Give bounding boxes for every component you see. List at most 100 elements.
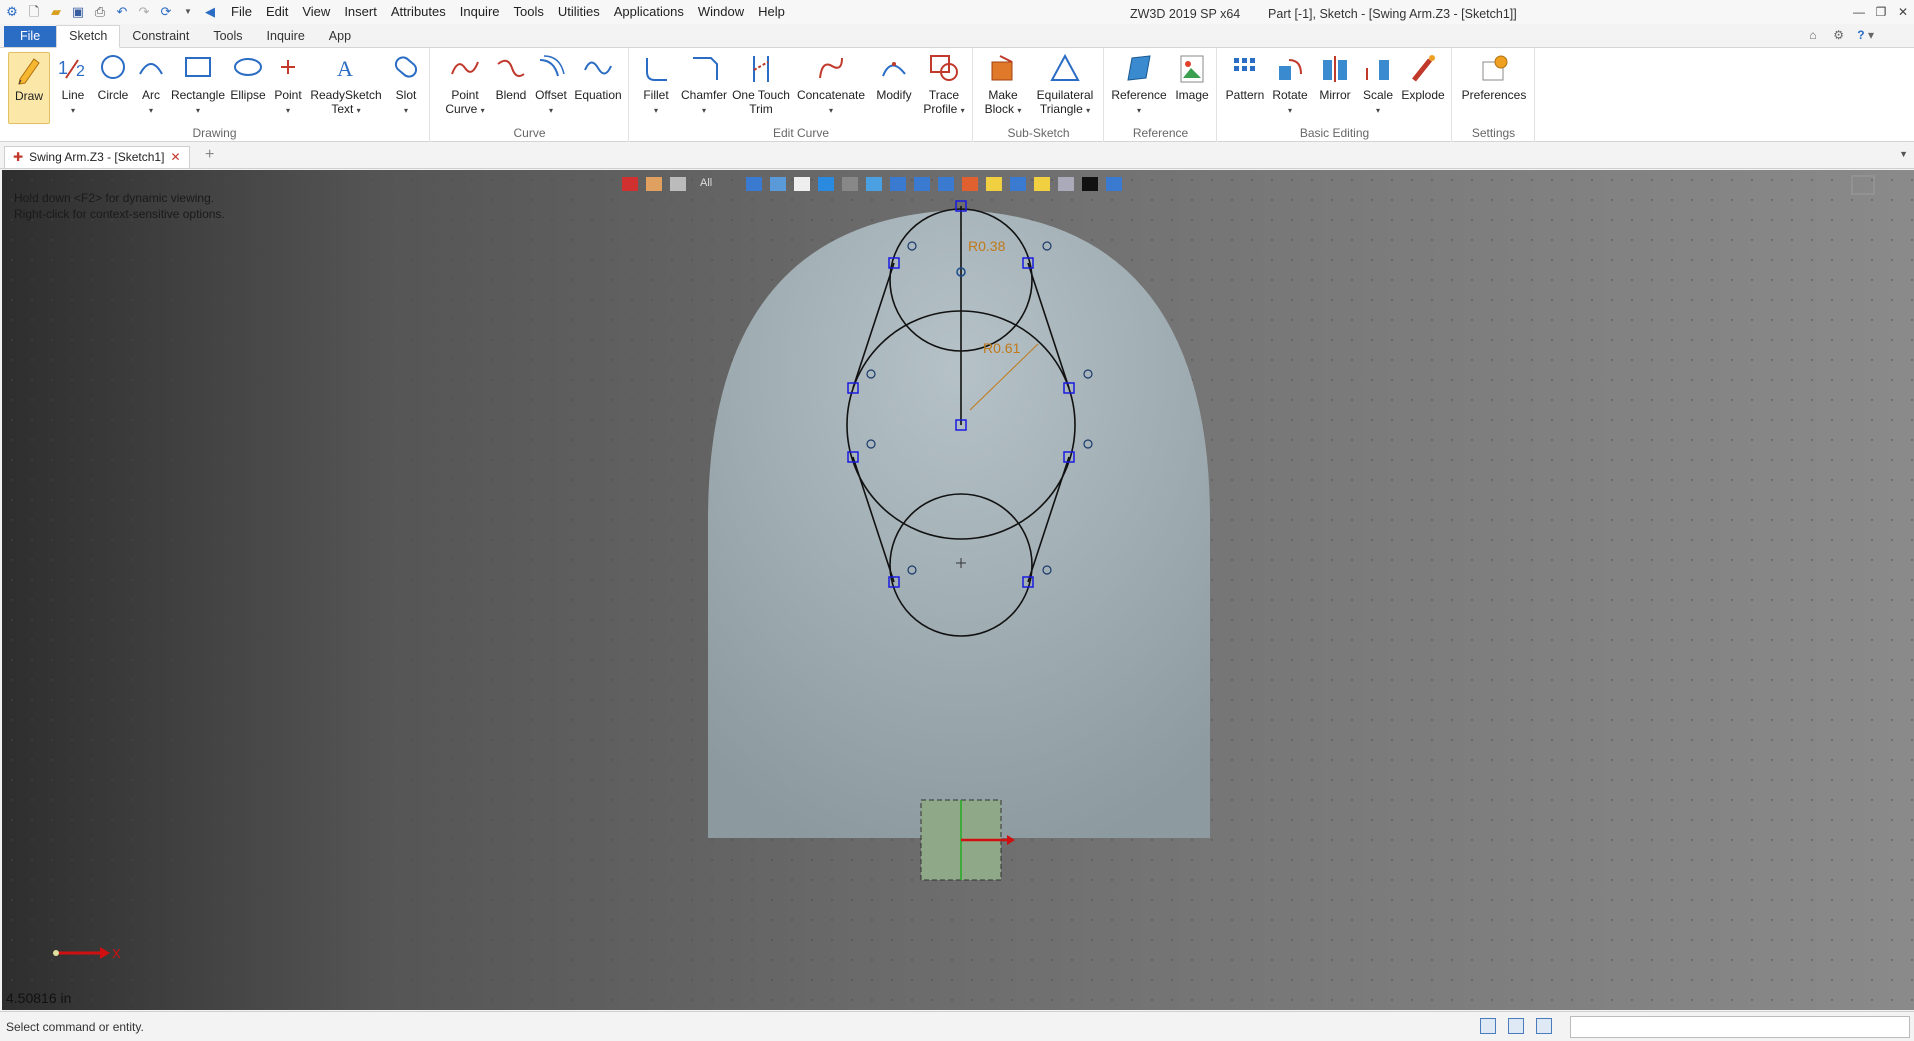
image-button[interactable]: Image bbox=[1171, 52, 1213, 102]
tab-file[interactable]: File bbox=[4, 26, 57, 47]
image-icon bbox=[1180, 55, 1204, 83]
readysketch-text-button[interactable]: A ReadySketch Text ▾ bbox=[308, 52, 384, 118]
redo-icon[interactable]: ↷ bbox=[136, 4, 152, 20]
menu-edit[interactable]: Edit bbox=[259, 0, 295, 24]
close-tab-icon[interactable]: ✕ bbox=[170, 147, 180, 168]
fillet-button[interactable]: Fillet ▾ bbox=[634, 52, 678, 118]
tab-app[interactable]: App bbox=[317, 26, 363, 47]
list-icon[interactable] bbox=[1536, 1018, 1552, 1034]
hint-line-1: Hold down <F2> for dynamic viewing. bbox=[14, 191, 215, 205]
shaded-view-icon[interactable] bbox=[794, 177, 811, 191]
menu-applications[interactable]: Applications bbox=[607, 0, 691, 24]
graphics-viewport[interactable]: R0.38 R0.61 X Hold down <F2> for dynamic… bbox=[2, 170, 1914, 1010]
point-curve-button[interactable]: Point Curve ▾ bbox=[435, 52, 495, 118]
rotate-view-icon[interactable] bbox=[1106, 177, 1123, 191]
tab-tools[interactable]: Tools bbox=[201, 26, 254, 47]
display-icon[interactable] bbox=[1508, 1018, 1524, 1034]
line-style-icon[interactable] bbox=[1082, 177, 1099, 191]
menu-help[interactable]: Help bbox=[751, 0, 792, 24]
offset-button[interactable]: Offset ▾ bbox=[531, 52, 571, 118]
window-title: ZW3D 2019 SP x64 Part [-1], Sketch - [Sw… bbox=[1130, 0, 1517, 28]
restore-icon[interactable]: ❐ bbox=[1870, 5, 1892, 19]
pattern-button[interactable]: Pattern bbox=[1222, 52, 1268, 102]
inquire-icon[interactable] bbox=[938, 177, 955, 191]
hide-icon[interactable] bbox=[842, 177, 859, 191]
one-touch-trim-button[interactable]: One Touch Trim bbox=[730, 52, 792, 116]
chamfer-button[interactable]: Chamfer ▾ bbox=[678, 52, 730, 118]
menu-tools[interactable]: Tools bbox=[507, 0, 551, 24]
menu-insert[interactable]: Insert bbox=[337, 0, 384, 24]
arc-button[interactable]: Arc ▾ bbox=[134, 52, 168, 118]
concatenate-button[interactable]: Concatenate ▾ bbox=[794, 52, 868, 118]
open-folder-icon[interactable]: ▰ bbox=[48, 4, 64, 20]
slot-button[interactable]: Slot ▾ bbox=[386, 52, 426, 118]
exit-icon[interactable] bbox=[622, 177, 638, 191]
equation-button[interactable]: Equation bbox=[571, 52, 625, 102]
eraser-icon[interactable] bbox=[646, 177, 662, 191]
view-cube-icon[interactable] bbox=[770, 177, 787, 191]
tab-constraint[interactable]: Constraint bbox=[120, 26, 201, 47]
trace-profile-button[interactable]: Trace Profile ▾ bbox=[918, 52, 970, 118]
display-mode-icon[interactable] bbox=[818, 177, 835, 191]
menu-utilities[interactable]: Utilities bbox=[551, 0, 607, 24]
ellipse-button[interactable]: Ellipse bbox=[228, 52, 268, 102]
snap-icon[interactable] bbox=[986, 177, 1003, 191]
repeat-icon[interactable]: ⟳ bbox=[158, 4, 174, 20]
target-icon[interactable] bbox=[1034, 177, 1051, 191]
dimension-large[interactable]: R0.61 bbox=[983, 340, 1021, 356]
zoom-all-icon[interactable] bbox=[890, 177, 907, 191]
draw-button[interactable]: Draw bbox=[8, 52, 50, 124]
add-tab-icon[interactable]: + bbox=[205, 146, 214, 164]
point-button[interactable]: Point ▾ bbox=[270, 52, 306, 118]
status-icons bbox=[1480, 1018, 1552, 1034]
rotate-button[interactable]: Rotate ▾ bbox=[1268, 52, 1312, 118]
save-icon[interactable]: ▣ bbox=[70, 4, 86, 20]
preferences-button[interactable]: Preferences bbox=[1457, 52, 1531, 102]
line-button[interactable]: 12 Line ▾ bbox=[54, 52, 92, 118]
ribbon-options-icon[interactable]: ⌂ ⚙ ? ▾ bbox=[1809, 28, 1874, 42]
menu-file[interactable]: File bbox=[224, 0, 259, 24]
concatenate-icon bbox=[819, 57, 843, 79]
filter-selector[interactable]: All bbox=[700, 177, 712, 191]
dimension-small[interactable]: R0.38 bbox=[968, 238, 1006, 254]
chevron-down-icon[interactable]: ▼ bbox=[180, 4, 196, 20]
tab-list-chevron-icon[interactable]: ▼ bbox=[1899, 149, 1908, 159]
tab-inquire[interactable]: Inquire bbox=[255, 26, 317, 47]
rectangle-button[interactable]: Rectangle ▾ bbox=[170, 52, 226, 118]
document-tab[interactable]: ✚ Swing Arm.Z3 - [Sketch1] ✕ bbox=[4, 146, 190, 168]
command-input[interactable] bbox=[1570, 1016, 1910, 1038]
group-sub-sketch: Make Block ▾ Equilateral Triangle ▾ Sub-… bbox=[974, 48, 1104, 142]
make-block-button[interactable]: Make Block ▾ bbox=[978, 52, 1028, 118]
modify-button[interactable]: Modify bbox=[870, 52, 918, 102]
menu-inquire[interactable]: Inquire bbox=[453, 0, 507, 24]
undo-icon[interactable]: ↶ bbox=[114, 4, 130, 20]
equilateral-triangle-button[interactable]: Equilateral Triangle ▾ bbox=[1028, 52, 1102, 118]
constraint-display-icon[interactable] bbox=[1010, 177, 1027, 191]
zoom-icon[interactable] bbox=[866, 177, 883, 191]
back-arrow-icon[interactable]: ◀ bbox=[202, 4, 218, 20]
menu-view[interactable]: View bbox=[295, 0, 337, 24]
app-title: ZW3D 2019 SP x64 bbox=[1130, 7, 1241, 21]
new-file-icon[interactable]: 🗋 bbox=[26, 4, 42, 20]
close-icon[interactable]: ✕ bbox=[1892, 5, 1914, 19]
menu-bar: File Edit View Insert Attributes Inquire… bbox=[224, 0, 792, 24]
monitor-icon[interactable] bbox=[1058, 177, 1075, 191]
minimize-icon[interactable]: — bbox=[1848, 5, 1870, 19]
mirror-button[interactable]: Mirror bbox=[1312, 52, 1358, 102]
circle-button[interactable]: Circle bbox=[94, 52, 132, 102]
status-bar: Select command or entity. bbox=[0, 1011, 1914, 1041]
sketch-canvas[interactable]: R0.38 R0.61 X bbox=[2, 170, 1914, 1010]
reference-button[interactable]: Reference ▾ bbox=[1109, 52, 1169, 118]
pick-icon[interactable] bbox=[746, 177, 763, 191]
print-icon[interactable]: ⎙ bbox=[92, 4, 108, 20]
explode-button[interactable]: Explode bbox=[1398, 52, 1448, 102]
layout-icon[interactable] bbox=[1480, 1018, 1496, 1034]
scale-button[interactable]: Scale ▾ bbox=[1358, 52, 1398, 118]
tab-sketch[interactable]: Sketch bbox=[56, 25, 121, 48]
blend-button[interactable]: Blend bbox=[491, 52, 531, 102]
menu-window[interactable]: Window bbox=[691, 0, 751, 24]
menu-attributes[interactable]: Attributes bbox=[384, 0, 453, 24]
filter-icon[interactable] bbox=[670, 177, 686, 191]
grid-icon[interactable] bbox=[914, 177, 931, 191]
color-icon[interactable] bbox=[962, 177, 979, 191]
